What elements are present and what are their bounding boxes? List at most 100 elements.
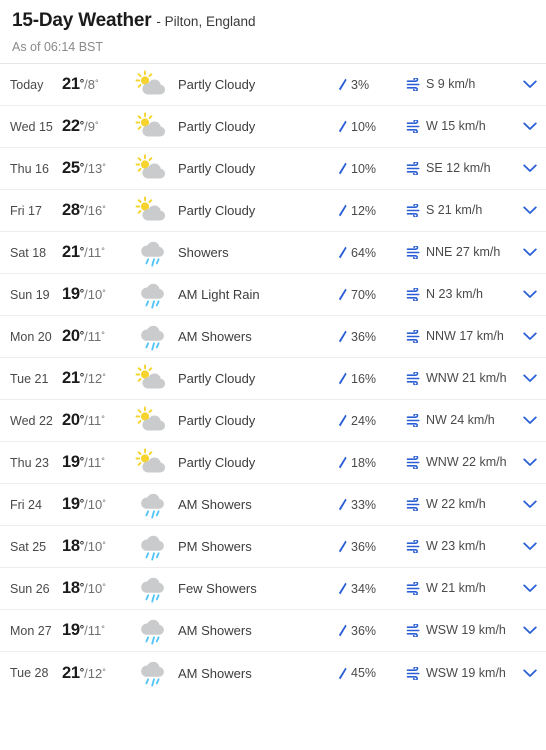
chevron-down-icon[interactable]	[523, 80, 537, 89]
wind-value: W 22 km/h	[426, 497, 486, 511]
forecast-day-label: Fri 17	[10, 203, 42, 218]
forecast-row[interactable]: Mon 20 20°/11° AM Showers 36% NNW 17 km/h	[0, 316, 546, 358]
degree-symbol-low: °	[101, 624, 105, 634]
expand-row-button[interactable]	[514, 332, 546, 341]
precipitation-chance: 12%	[338, 204, 406, 218]
wind-icon	[406, 120, 420, 133]
chevron-down-icon[interactable]	[523, 584, 537, 593]
forecast-condition-icon	[130, 364, 174, 394]
forecast-row[interactable]: Sat 18 21°/11° Showers 64% NNE 27 km/h	[0, 232, 546, 274]
as-of-timestamp: As of 06:14 BST	[12, 40, 104, 54]
chevron-down-icon[interactable]	[523, 542, 537, 551]
wind-info: W 23 km/h	[406, 539, 514, 554]
wind-info: S 21 km/h	[406, 203, 514, 218]
forecast-row[interactable]: Thu 16 25°/13° Partly Cloudy 10% SE 12 km/h	[0, 148, 546, 190]
chevron-down-icon[interactable]	[523, 374, 537, 383]
chevron-down-icon[interactable]	[523, 669, 537, 678]
expand-row-button[interactable]	[514, 80, 546, 89]
partly-cloudy-icon	[135, 448, 166, 472]
expand-row-button[interactable]	[514, 458, 546, 467]
raindrop-icon	[338, 120, 347, 133]
temperature-high: 25	[62, 159, 80, 177]
chevron-down-icon[interactable]	[523, 458, 537, 467]
expand-row-button[interactable]	[514, 669, 546, 678]
temperature-low: 11	[87, 413, 102, 428]
chevron-down-icon[interactable]	[523, 122, 537, 131]
temperature-low: 11	[87, 623, 102, 638]
forecast-row[interactable]: Tue 21 21°/12° Partly Cloudy 16% WNW 21 km/h	[0, 358, 546, 400]
forecast-condition-icon	[130, 532, 174, 562]
chevron-down-icon[interactable]	[523, 416, 537, 425]
degree-symbol-low: °	[101, 246, 105, 256]
expand-row-button[interactable]	[514, 248, 546, 257]
precipitation-chance: 24%	[338, 414, 406, 428]
showers-icon	[141, 535, 164, 561]
wind-info: SE 12 km/h	[406, 161, 514, 176]
expand-row-button[interactable]	[514, 206, 546, 215]
chevron-down-icon[interactable]	[523, 500, 537, 509]
degree-symbol-low: °	[101, 330, 105, 340]
degree-symbol-low: °	[95, 78, 99, 88]
expand-row-button[interactable]	[514, 374, 546, 383]
raindrop-icon	[338, 78, 347, 91]
wind-value: SE 12 km/h	[426, 161, 491, 175]
wind-icon	[406, 414, 420, 427]
expand-row-button[interactable]	[514, 500, 546, 509]
wind-icon	[406, 456, 420, 469]
temperature-low: 16	[87, 203, 103, 218]
chevron-down-icon[interactable]	[523, 290, 537, 299]
forecast-day-label: Today	[10, 77, 44, 92]
chevron-down-icon[interactable]	[523, 248, 537, 257]
forecast-row[interactable]: Mon 27 19°/11° AM Showers 36% WSW 19 km/h	[0, 610, 546, 652]
degree-symbol-low: °	[102, 498, 106, 508]
forecast-condition-label: Partly Cloudy	[178, 413, 256, 428]
temperature-high: 20	[62, 327, 80, 345]
forecast-row[interactable]: Fri 24 19°/10° AM Showers 33% W 22 km/h	[0, 484, 546, 526]
forecast-condition-icon	[130, 196, 174, 226]
expand-row-button[interactable]	[514, 122, 546, 131]
forecast-row[interactable]: Tue 28 21°/12° AM Showers 45% WSW 19 km/h	[0, 652, 546, 694]
precipitation-value: 24%	[351, 413, 377, 428]
forecast-temperature: 18°/10°	[62, 537, 130, 556]
expand-row-button[interactable]	[514, 584, 546, 593]
wind-info: S 9 km/h	[406, 77, 514, 92]
forecast-row[interactable]: Fri 17 28°/16° Partly Cloudy 12% S 21 km/h	[0, 190, 546, 232]
forecast-condition-label: AM Showers	[178, 497, 252, 512]
temperature-high: 19	[62, 495, 80, 513]
forecast-row[interactable]: Thu 23 19°/11° Partly Cloudy 18% WNW 22 km/h	[0, 442, 546, 484]
wind-info: W 22 km/h	[406, 497, 514, 512]
forecast-row[interactable]: Wed 15 22°/9° Partly Cloudy 10% W 15 km/h	[0, 106, 546, 148]
raindrop-icon	[338, 456, 347, 469]
expand-row-button[interactable]	[514, 164, 546, 173]
expand-row-button[interactable]	[514, 290, 546, 299]
temperature-high: 19	[62, 285, 80, 303]
temperature-low: 9	[87, 119, 96, 134]
forecast-row[interactable]: Wed 22 20°/11° Partly Cloudy 24% NW 24 km/h	[0, 400, 546, 442]
chevron-down-icon[interactable]	[523, 164, 537, 173]
forecast-condition-icon	[130, 616, 174, 646]
forecast-row[interactable]: Sat 25 18°/10° PM Showers 36% W 23 km/h	[0, 526, 546, 568]
forecast-temperature: 21°/8°	[62, 75, 130, 94]
forecast-condition-icon	[130, 448, 174, 478]
precipitation-value: 16%	[351, 371, 377, 386]
forecast-condition-label: Partly Cloudy	[178, 203, 256, 218]
forecast-row[interactable]: Sun 26 18°/10° Few Showers 34% W 21 km/h	[0, 568, 546, 610]
chevron-down-icon[interactable]	[523, 332, 537, 341]
temperature-low: 13	[87, 161, 103, 176]
forecast-temperature: 19°/11°	[62, 621, 130, 640]
expand-row-button[interactable]	[514, 626, 546, 635]
precipitation-value: 45%	[351, 666, 377, 680]
chevron-down-icon[interactable]	[523, 206, 537, 215]
forecast-row[interactable]: Today 21°/8° Partly Cloudy 3% S 9 km/h	[0, 64, 546, 106]
wind-value: NW 24 km/h	[426, 413, 495, 427]
partly-cloudy-icon	[135, 70, 166, 94]
forecast-temperature: 21°/11°	[62, 243, 130, 262]
temperature-low: 10	[87, 539, 103, 554]
forecast-row[interactable]: Sun 19 19°/10° AM Light Rain 70% N 23 km/h	[0, 274, 546, 316]
expand-row-button[interactable]	[514, 416, 546, 425]
expand-row-button[interactable]	[514, 542, 546, 551]
temperature-low: 10	[87, 581, 103, 596]
raindrop-icon	[338, 540, 347, 553]
chevron-down-icon[interactable]	[523, 626, 537, 635]
wind-value: NNW 17 km/h	[426, 329, 504, 343]
